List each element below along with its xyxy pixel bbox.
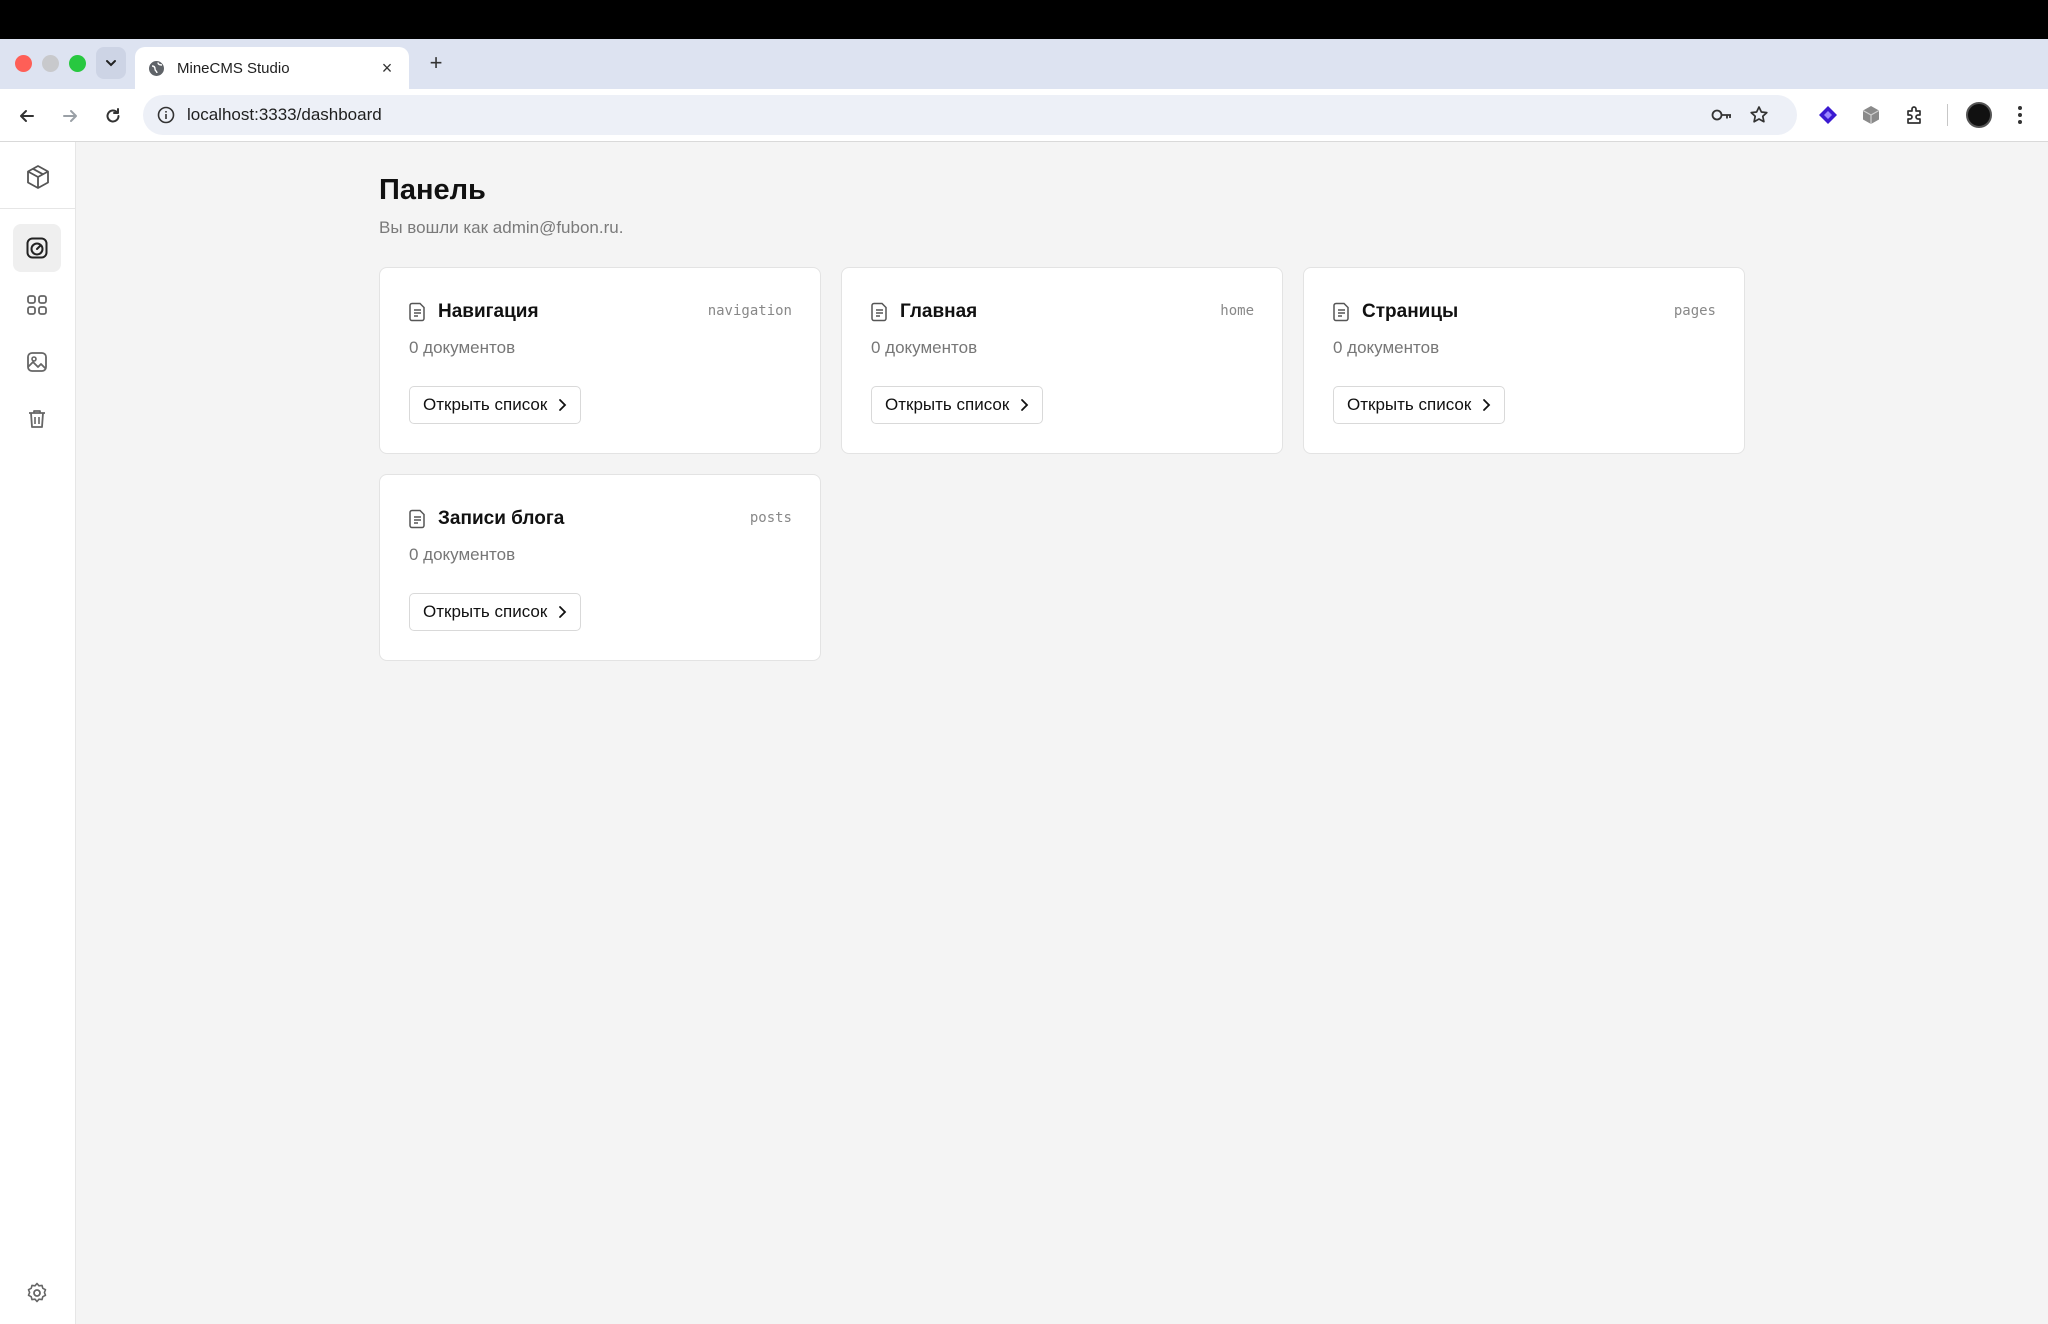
sidebar-item-collections[interactable] bbox=[13, 281, 61, 329]
reload-button[interactable] bbox=[98, 101, 128, 131]
back-button[interactable] bbox=[12, 101, 42, 131]
gear-icon bbox=[27, 1282, 47, 1303]
card-slug: navigation bbox=[707, 303, 792, 319]
window-zoom-button[interactable] bbox=[69, 55, 86, 72]
collection-card-pages: Страницы pages 0 документов Открыть спис… bbox=[1303, 267, 1745, 454]
browser-tab-active[interactable]: MineCMS Studio × bbox=[135, 47, 409, 89]
box-logo-icon bbox=[27, 165, 49, 189]
card-slug: home bbox=[1220, 303, 1254, 319]
diamond-extension-icon bbox=[1819, 106, 1837, 124]
document-icon bbox=[409, 509, 425, 529]
extensions-button[interactable] bbox=[1902, 102, 1928, 128]
password-key-icon[interactable] bbox=[1710, 105, 1734, 125]
page-subtitle: Вы вошли как admin@fubon.ru. bbox=[379, 218, 624, 237]
sidebar bbox=[0, 142, 76, 1324]
collection-card-home: Главная home 0 документов Открыть список bbox=[841, 267, 1283, 454]
card-count: 0 документов bbox=[1333, 338, 1440, 357]
gauge-icon bbox=[26, 237, 48, 259]
grid-icon bbox=[27, 295, 47, 315]
open-list-button[interactable]: Открыть список bbox=[409, 386, 582, 424]
chevron-right-icon bbox=[1021, 399, 1029, 411]
sidebar-settings-button[interactable] bbox=[13, 1273, 61, 1313]
forward-button[interactable] bbox=[55, 101, 85, 131]
document-icon bbox=[1333, 302, 1349, 322]
card-slug: pages bbox=[1673, 303, 1716, 319]
open-list-label: Открыть список bbox=[423, 602, 548, 621]
card-count: 0 документов bbox=[409, 338, 516, 357]
browser-menu-button[interactable] bbox=[2010, 102, 2030, 128]
chevron-right-icon bbox=[559, 606, 567, 618]
app-page: Панель Вы вошли как admin@fubon.ru. Нави… bbox=[0, 142, 2048, 1324]
open-list-label: Открыть список bbox=[885, 395, 1010, 414]
open-list-label: Открыть список bbox=[1347, 395, 1472, 414]
collection-card-posts: Записи блога posts 0 документов Открыть … bbox=[379, 474, 821, 661]
card-title: Навигация bbox=[438, 301, 539, 322]
chevron-right-icon bbox=[1483, 399, 1491, 411]
document-icon bbox=[409, 302, 425, 322]
new-tab-button[interactable]: + bbox=[422, 49, 450, 77]
sidebar-item-dashboard[interactable] bbox=[13, 224, 61, 272]
chevron-down-icon bbox=[106, 60, 116, 67]
cube-extension-icon bbox=[1862, 106, 1880, 124]
card-count: 0 документов bbox=[871, 338, 978, 357]
open-list-label: Открыть список bbox=[423, 395, 548, 414]
window-minimize-button[interactable] bbox=[42, 55, 59, 72]
url-text: localhost:3333/dashboard bbox=[187, 105, 382, 124]
card-title: Записи блога bbox=[438, 508, 565, 529]
globe-icon bbox=[147, 59, 165, 77]
tab-close-button[interactable]: × bbox=[377, 58, 397, 79]
card-count: 0 документов bbox=[409, 545, 516, 564]
card-title: Страницы bbox=[1362, 301, 1459, 322]
profile-avatar[interactable] bbox=[1966, 102, 1992, 128]
arrow-right-icon bbox=[63, 110, 77, 122]
document-icon bbox=[871, 302, 887, 322]
card-slug: posts bbox=[749, 510, 792, 526]
sidebar-separator bbox=[0, 208, 76, 209]
extension-diamond-button[interactable] bbox=[1815, 102, 1841, 128]
open-list-button[interactable]: Открыть список bbox=[409, 593, 582, 631]
extension-cube-button[interactable] bbox=[1858, 102, 1884, 128]
card-title: Главная bbox=[900, 301, 978, 322]
collection-card-navigation: Навигация navigation 0 документов Открыт… bbox=[379, 267, 821, 454]
sidebar-item-trash[interactable] bbox=[13, 395, 61, 443]
puzzle-icon bbox=[1907, 106, 1921, 124]
open-list-button[interactable]: Открыть список bbox=[1333, 386, 1506, 424]
image-icon bbox=[27, 352, 47, 372]
reload-icon bbox=[106, 108, 120, 123]
window-close-button[interactable] bbox=[15, 55, 32, 72]
site-info-icon[interactable] bbox=[156, 105, 176, 125]
chevron-right-icon bbox=[559, 399, 567, 411]
page-title: Панель bbox=[379, 174, 486, 206]
app-logo[interactable] bbox=[22, 161, 54, 193]
arrow-left-icon bbox=[20, 110, 34, 122]
more-vertical-icon bbox=[2018, 106, 2022, 124]
open-list-button[interactable]: Открыть список bbox=[871, 386, 1044, 424]
tab-search-button[interactable] bbox=[96, 47, 126, 79]
trash-icon bbox=[29, 410, 45, 428]
bookmark-star-icon[interactable] bbox=[1748, 104, 1770, 126]
top-black-bar bbox=[0, 0, 2048, 39]
address-bar[interactable]: localhost:3333/dashboard bbox=[143, 95, 1797, 135]
toolbar-divider bbox=[1947, 104, 1948, 126]
sidebar-item-media[interactable] bbox=[13, 338, 61, 386]
tab-title: MineCMS Studio bbox=[177, 59, 290, 77]
